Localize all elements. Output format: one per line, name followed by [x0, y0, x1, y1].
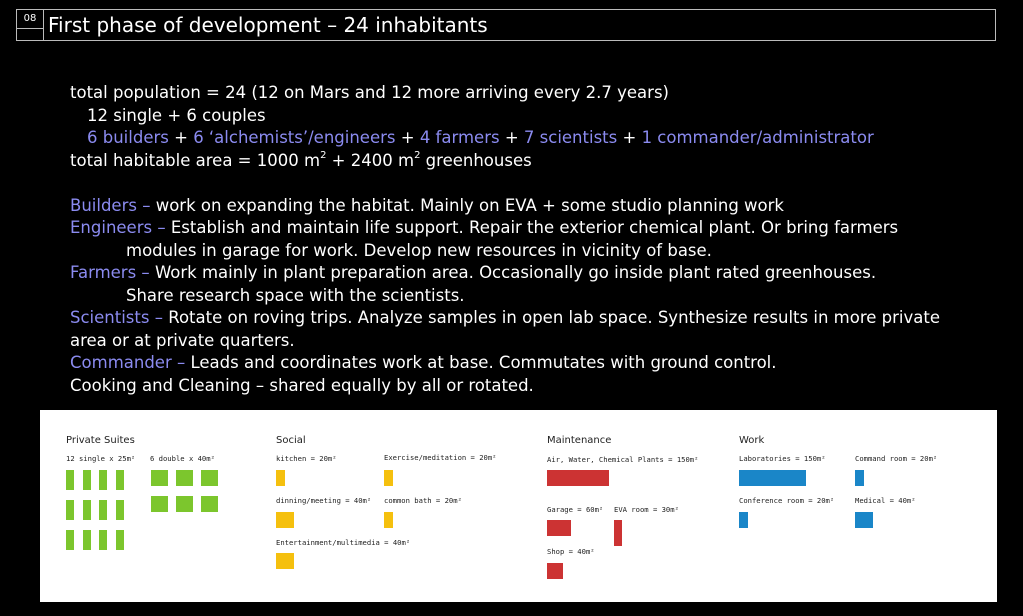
- single-suite-block: [82, 500, 91, 520]
- kitchen-block: [276, 470, 285, 486]
- header-divider: [43, 10, 44, 41]
- role-dash: –: [149, 308, 169, 327]
- role-scientists: 7 scientists: [523, 128, 618, 147]
- scientists-desc-cont: area or at private quarters.: [70, 330, 295, 350]
- role-name: Engineers: [70, 218, 153, 237]
- double-suite-block: [201, 470, 218, 486]
- slide-number: 08: [17, 10, 44, 29]
- legend-label-command: Command room = 20m²: [855, 454, 938, 463]
- role-text: Work mainly in plant preparation area. O…: [154, 263, 877, 282]
- area-legend-panel: Private Suites 12 single x 25m² 6 double…: [40, 410, 997, 602]
- scientists-desc: Scientists – Rotate on roving trips. Ana…: [70, 307, 990, 330]
- single-suite-block: [115, 500, 124, 520]
- labs-block: [739, 470, 806, 486]
- double-suite-block: [151, 496, 168, 512]
- farmers-desc-cont: Share research space with the scientists…: [126, 285, 465, 305]
- single-suite-block: [99, 500, 107, 520]
- legend-label-exercise: Exercise/meditation = 20m²: [384, 453, 497, 462]
- engineers-desc: Engineers – Establish and maintain life …: [70, 217, 990, 240]
- legend-label-bath: common bath = 20m²: [384, 496, 462, 505]
- legend-label-medical: Medical = 40m²: [855, 496, 916, 505]
- legend-heading-social: Social: [276, 435, 306, 446]
- eva-block: [614, 520, 622, 546]
- double-suite-block: [176, 470, 193, 486]
- single-suite-block: [99, 530, 107, 550]
- slide-body: total population = 24 (12 on Mars and 12…: [70, 82, 990, 397]
- legend-heading-work: Work: [739, 435, 765, 446]
- legend-label-conference: Conference room = 20m²: [739, 496, 835, 505]
- conference-block: [739, 512, 748, 528]
- plants-block: [547, 470, 609, 486]
- role-commander: 1 commander/administrator: [641, 128, 874, 147]
- single-suite-block: [115, 470, 124, 490]
- legend-label-shop: Shop = 40m²: [547, 547, 595, 556]
- entertainment-block: [276, 553, 294, 569]
- plus-sign: +: [622, 128, 637, 147]
- role-dash: –: [136, 263, 155, 282]
- plus-sign: +: [400, 128, 415, 147]
- role-text: Rotate on roving trips. Analyze samples …: [168, 308, 940, 327]
- single-suite-block: [99, 470, 107, 490]
- single-suite-block: [66, 530, 74, 550]
- area-exp: 2: [320, 150, 327, 161]
- double-suite-block: [151, 470, 168, 486]
- role-farmers: 4 farmers: [419, 128, 500, 147]
- legend-label-single: 12 single x 25m²: [66, 454, 136, 463]
- role-dash: –: [171, 353, 191, 372]
- legend-label-garage: Garage = 60m²: [547, 505, 604, 514]
- role-text: Leads and coordinates work at base. Comm…: [190, 353, 777, 372]
- population-line: total population = 24 (12 on Mars and 12…: [70, 83, 669, 102]
- legend-heading-maintenance: Maintenance: [547, 435, 612, 446]
- role-text: work on expanding the habitat. Mainly on…: [155, 195, 784, 215]
- role-name: Scientists: [70, 308, 150, 327]
- legend-label-kitchen: kitchen = 20m²: [276, 454, 337, 463]
- area-suffix: greenhouses: [420, 150, 532, 170]
- single-suite-block: [82, 530, 91, 550]
- role-name: Builders: [70, 195, 137, 215]
- single-suite-block: [115, 530, 124, 550]
- area-prefix: total habitable area = 1000 m: [70, 150, 321, 170]
- commander-desc: Commander – Leads and coordinates work a…: [70, 352, 990, 375]
- roles-line: 6 builders + 6 ‘alchemists’/engineers + …: [70, 127, 990, 150]
- bath-block: [384, 512, 393, 528]
- farmers-desc: Farmers – Work mainly in plant preparati…: [70, 262, 990, 285]
- area-middle: + 2400 m: [326, 150, 415, 170]
- double-suite-block: [176, 496, 193, 512]
- role-engineers: 6 ‘alchemists’/engineers: [193, 128, 396, 147]
- plus-sign: +: [174, 128, 188, 147]
- engineers-desc-cont: modules in garage for work. Develop new …: [126, 240, 712, 260]
- dinning-block: [276, 512, 294, 528]
- role-name: Farmers: [70, 263, 137, 282]
- builders-desc: Builders – work on expanding the habitat…: [70, 195, 990, 218]
- legend-label-dinning: dinning/meeting = 40m²: [276, 496, 372, 505]
- slide-title: First phase of development – 24 inhabita…: [48, 13, 488, 37]
- role-text: Establish and maintain life support. Rep…: [170, 218, 899, 237]
- medical-block: [855, 512, 873, 528]
- composition-line: 12 single + 6 couples: [87, 105, 266, 125]
- legend-label-entertainment: Entertainment/multimedia = 40m²: [276, 538, 411, 547]
- shop-block: [547, 563, 563, 579]
- area-exp: 2: [414, 150, 421, 161]
- single-suite-block: [82, 470, 91, 490]
- slide-header: 08 First phase of development – 24 inhab…: [16, 9, 996, 41]
- role-name: Commander: [70, 353, 172, 372]
- role-dash: –: [136, 195, 156, 215]
- legend-heading-private: Private Suites: [66, 435, 135, 446]
- garage-block: [547, 520, 571, 536]
- legend-label-eva: EVA room = 30m²: [614, 505, 679, 514]
- double-suite-block: [201, 496, 218, 512]
- single-suite-block: [66, 470, 74, 490]
- single-suite-block: [66, 500, 74, 520]
- exercise-block: [384, 470, 393, 486]
- legend-label-plants: Air, Water, Chemical Plants = 150m²: [547, 455, 699, 464]
- command-block: [855, 470, 864, 486]
- role-dash: –: [152, 218, 171, 237]
- area-line: total habitable area = 1000 m2 + 2400 m2…: [70, 150, 990, 173]
- cooking-line: Cooking and Cleaning – shared equally by…: [70, 375, 534, 395]
- role-builders: 6 builders: [87, 128, 169, 147]
- legend-label-double: 6 double x 40m²: [150, 454, 215, 463]
- legend-label-labs: Laboratories = 150m²: [739, 454, 826, 463]
- plus-sign: +: [504, 128, 519, 147]
